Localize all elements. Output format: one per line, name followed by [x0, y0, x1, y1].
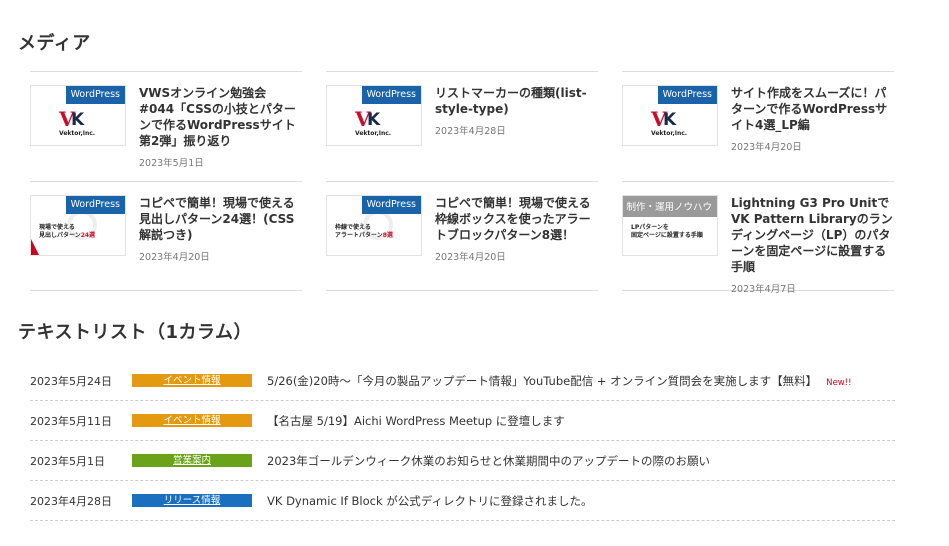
card-thumbnail[interactable]: 枠線で使える アラートパターン8選 WordPress [326, 195, 422, 256]
card-date: 2023年4月20日 [435, 252, 506, 263]
category-badge[interactable]: イベント情報 [132, 374, 252, 387]
list-item[interactable]: 2023年5月11日 イベント情報 【名古屋 5/19】Aichi WordPr… [30, 401, 895, 441]
category-tag[interactable]: WordPress [65, 86, 125, 104]
list-item-title[interactable]: VK Dynamic If Block が公式ディレクトリに登録されました。 [267, 493, 592, 509]
category-tag[interactable]: WordPress [361, 86, 421, 104]
card-date: 2023年4月7日 [731, 284, 796, 295]
text-list: 2023年5月24日 イベント情報 5/26(金)20時〜「今月の製品アップデー… [30, 361, 895, 521]
card-thumbnail[interactable]: 現場で使える 見出しパターン24選 WordPress [30, 195, 126, 256]
vektor-logo-icon: VK Vektor,Inc. [59, 107, 96, 137]
new-badge: New!! [826, 377, 852, 388]
list-item-title[interactable]: 2023年ゴールデンウィーク休業のお知らせと休業期間中のアップデートの際のお願い [267, 453, 710, 469]
thumbnail-accent [31, 239, 39, 255]
media-card[interactable]: 現場で使える 見出しパターン24選 WordPress コピペで簡単！現場で使え… [30, 181, 302, 291]
category-badge[interactable]: リリース情報 [132, 494, 252, 507]
card-thumbnail[interactable]: VK Vektor,Inc. WordPress [326, 85, 422, 146]
card-thumbnail[interactable]: VK Vektor,Inc. WordPress [622, 85, 718, 146]
card-thumbnail[interactable]: VK Vektor,Inc. WordPress [30, 85, 126, 146]
card-title[interactable]: コピペで簡単！現場で使える枠線ボックスを使ったアラートブロックパターン8選！ [435, 195, 598, 243]
list-item-date: 2023年5月1日 [30, 454, 105, 468]
card-date: 2023年5月1日 [139, 158, 204, 169]
card-thumbnail[interactable]: LPパターンを 固定ページに設置する手順 制作・運用ノウハウ [622, 195, 718, 256]
vektor-logo-icon: VK Vektor,Inc. [651, 107, 688, 137]
card-date: 2023年4月20日 [139, 252, 210, 263]
category-tag[interactable]: 制作・運用ノウハウ [623, 196, 717, 217]
list-item[interactable]: 2023年4月28日 リリース情報 VK Dynamic If Block が公… [30, 481, 895, 521]
list-item-date: 2023年5月24日 [30, 374, 112, 388]
card-date: 2023年4月28日 [435, 126, 506, 137]
media-card[interactable]: VK Vektor,Inc. WordPress サイト作成をスムーズに！パター… [622, 71, 894, 181]
thumbnail-banner-text: 枠線で使える アラートパターン8選 [335, 224, 393, 239]
card-title[interactable]: VWSオンライン勉強会 #044「CSSの小技とパターンで作るWordPress… [139, 85, 302, 149]
list-item-date: 2023年5月11日 [30, 414, 112, 428]
media-card[interactable]: LPパターンを 固定ページに設置する手順 制作・運用ノウハウ Lightning… [622, 181, 894, 295]
textlist-section-title: テキストリスト（1カラム） [18, 322, 252, 343]
thumbnail-banner-text: LPパターンを 固定ページに設置する手順 [631, 224, 703, 239]
media-card[interactable]: VK Vektor,Inc. WordPress リストマーカーの種類(list… [326, 71, 598, 181]
media-card-grid: VK Vektor,Inc. WordPress VWSオンライン勉強会 #04… [30, 71, 898, 295]
list-item-title[interactable]: 【名古屋 5/19】Aichi WordPress Meetup に登壇します [267, 413, 565, 429]
card-title[interactable]: Lightning G3 Pro UnitでVK Pattern Library… [731, 195, 894, 275]
media-card[interactable]: 枠線で使える アラートパターン8選 WordPress コピペで簡単！現場で使え… [326, 181, 598, 291]
category-tag[interactable]: WordPress [657, 86, 717, 104]
media-section-title: メディア [18, 33, 91, 54]
category-badge[interactable]: 営業案内 [132, 454, 252, 467]
category-tag[interactable]: WordPress [361, 196, 421, 214]
list-item-date: 2023年4月28日 [30, 494, 112, 508]
list-item-title[interactable]: 5/26(金)20時〜「今月の製品アップデート情報」YouTube配信 + オン… [267, 373, 852, 389]
card-date: 2023年4月20日 [731, 142, 802, 153]
media-card[interactable]: VK Vektor,Inc. WordPress VWSオンライン勉強会 #04… [30, 71, 302, 181]
card-title[interactable]: サイト作成をスムーズに！パターンで作るWordPressサイト4選_LP編 [731, 85, 894, 133]
category-badge[interactable]: イベント情報 [132, 414, 252, 427]
category-tag[interactable]: WordPress [65, 196, 125, 214]
card-title[interactable]: コピペで簡単！現場で使える見出しパターン24選！(CSS解説つき) [139, 195, 302, 243]
card-title[interactable]: リストマーカーの種類(list-style-type) [435, 85, 598, 117]
vektor-logo-icon: VK Vektor,Inc. [355, 107, 392, 137]
list-item[interactable]: 2023年5月1日 営業案内 2023年ゴールデンウィーク休業のお知らせと休業期… [30, 441, 895, 481]
thumbnail-banner-text: 現場で使える 見出しパターン24選 [39, 224, 96, 239]
list-item[interactable]: 2023年5月24日 イベント情報 5/26(金)20時〜「今月の製品アップデー… [30, 361, 895, 401]
